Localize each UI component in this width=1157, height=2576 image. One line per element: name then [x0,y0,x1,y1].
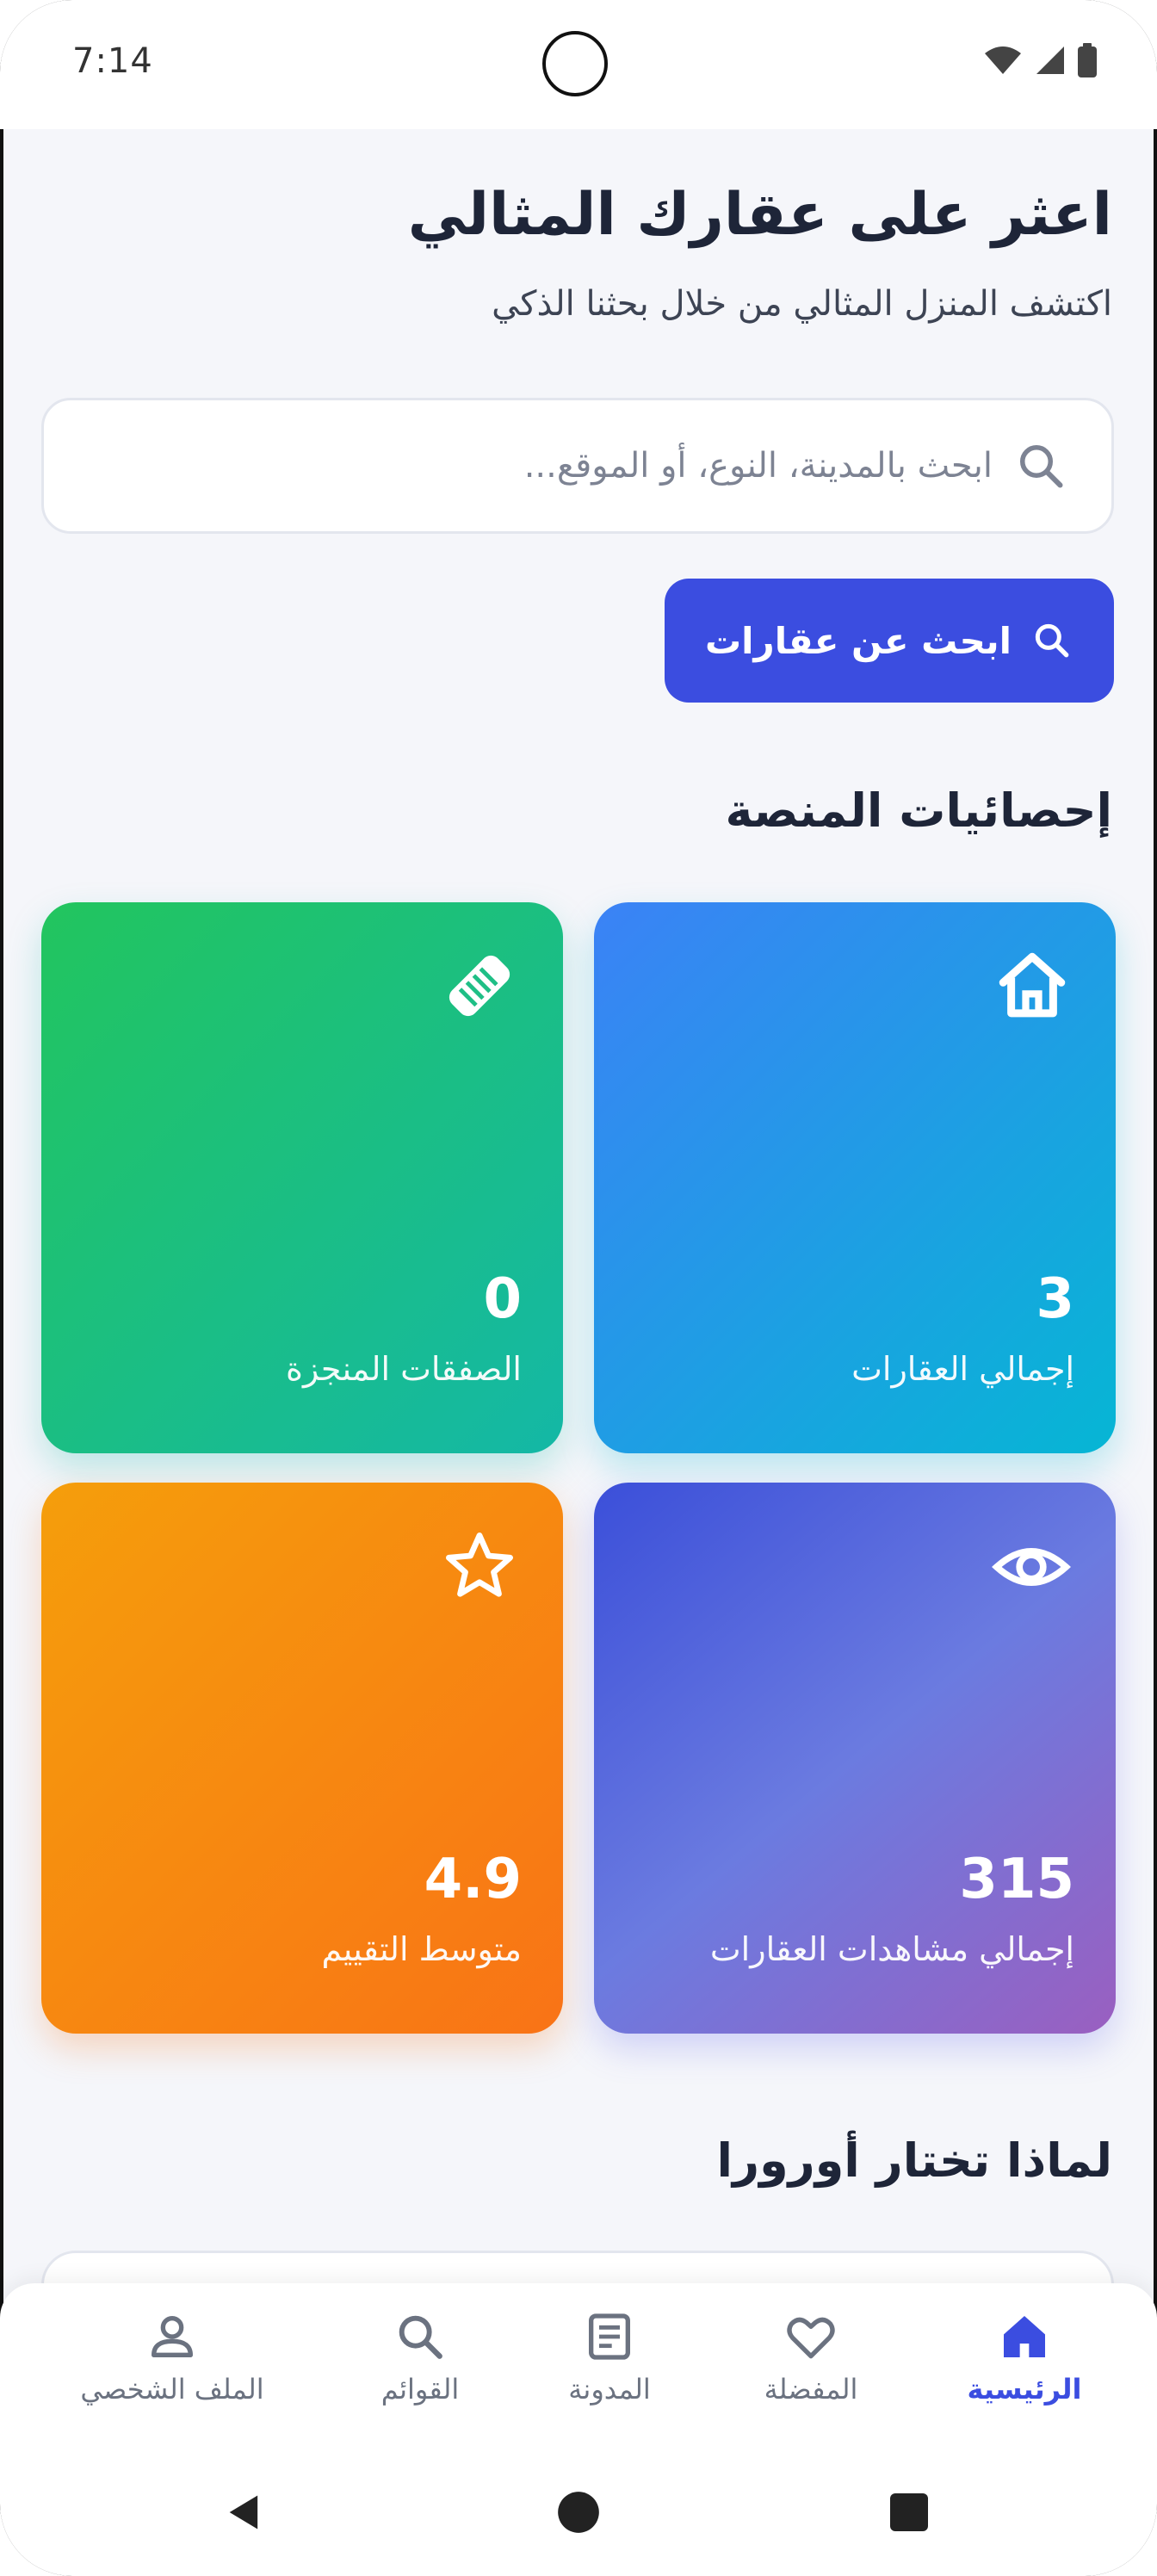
stat-value: 315 [959,1848,1074,1911]
search-input[interactable]: ابحث بالمدينة، النوع، أو الموقع... [41,398,1114,534]
search-icon [1035,623,1069,658]
handshake-icon [449,955,510,1017]
main-content: اعثر على عقارك المثالي اكتشف المنزل المث… [0,129,1157,2354]
stats-section-title: إحصائيات المنصة [725,783,1112,838]
status-bar: 7:14 [0,0,1157,129]
heart-icon [787,2317,835,2359]
search-properties-button[interactable]: ابحث عن عقارات [665,579,1114,703]
nav-label: الرئيسية [967,2373,1082,2406]
stat-value: 0 [483,1267,522,1331]
home-icon [999,952,1066,1018]
signal-icon [1036,46,1064,74]
device-frame: 7:14 اعثر على عقارك المثالي اكتشف المنزل… [0,0,1157,2576]
stat-label: إجمالي مشاهدات العقارات [709,1930,1074,1968]
search-icon [399,2315,442,2359]
why-section-title: لماذا تختار أورورا [716,2133,1112,2188]
wifi-icon [985,46,1021,74]
star-icon [446,1533,513,1597]
search-placeholder: ابحث بالمدينة، النوع، أو الموقع... [523,446,993,486]
stat-value: 4.9 [424,1848,522,1911]
recents-icon[interactable] [888,2492,930,2533]
nav-item-home[interactable]: الرئيسية [913,2309,1136,2406]
stat-value: 3 [1036,1267,1074,1331]
battery-icon [1078,43,1097,77]
status-time: 7:14 [72,41,153,81]
search-icon [1020,445,1063,488]
stat-label: إجمالي العقارات [851,1350,1074,1388]
home-icon [1004,2316,1045,2357]
stat-card-total-views[interactable]: 315 إجمالي مشاهدات العقارات [594,1483,1116,2034]
person-icon [152,2316,193,2357]
nav-label: الملف الشخصي [80,2373,264,2406]
nav-item-listings[interactable]: القوائم [308,2309,532,2406]
page-title: اعثر على عقارك المثالي [407,181,1112,249]
page-subtitle: اكتشف المنزل المثالي من خلال بحثنا الذكي [492,284,1112,324]
search-button-label: ابحث عن عقارات [704,619,1012,662]
nav-item-profile[interactable]: الملف الشخصي [52,2309,293,2406]
stat-card-average-rating[interactable]: 4.9 متوسط التقييم [41,1483,563,2034]
eye-icon [992,1547,1071,1587]
stat-card-total-properties[interactable]: 3 إجمالي العقارات [594,902,1116,1453]
stat-label: متوسط التقييم [321,1930,523,1968]
nav-label: القوائم [381,2373,460,2406]
nav-label: المفضلة [764,2373,858,2406]
home-button-icon[interactable] [556,2490,601,2535]
nav-item-favorites[interactable]: المفضلة [699,2309,923,2406]
stat-card-deals-completed[interactable]: 0 الصفقات المنجزة [41,902,563,1453]
status-icons [983,43,1097,77]
article-icon [589,2313,630,2360]
system-navigation-bar [0,2455,1157,2576]
camera-cutout [542,31,608,96]
stat-label: الصفقات المنجزة [286,1350,522,1388]
bottom-navigation: الرئيسية المفضلة المدونة القوائم الملف ا… [0,2283,1157,2455]
back-icon[interactable] [222,2490,267,2535]
